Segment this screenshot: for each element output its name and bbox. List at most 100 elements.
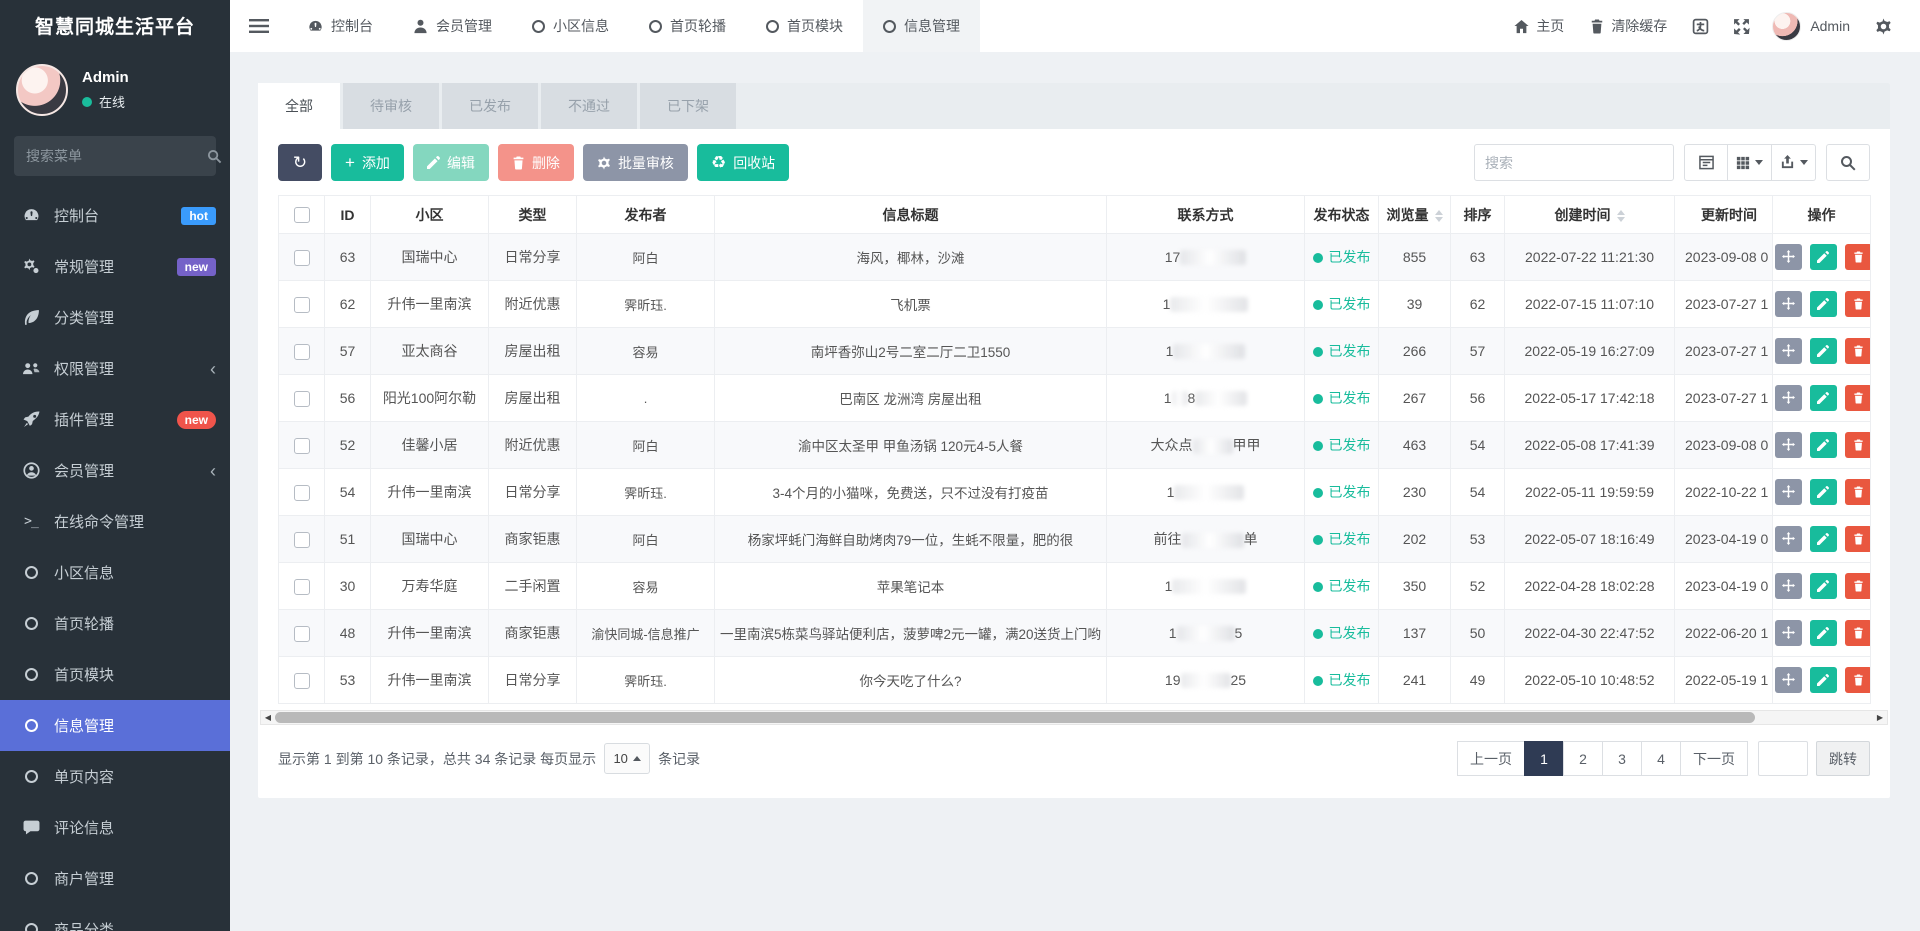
row-checkbox[interactable]: [294, 673, 310, 689]
sidebar-item-11[interactable]: 单页内容: [0, 751, 230, 802]
row-edit-button[interactable]: [1810, 338, 1837, 364]
sort-icon[interactable]: [1617, 210, 1625, 222]
hamburger-icon[interactable]: [230, 0, 288, 52]
sidebar-item-8[interactable]: 首页轮播: [0, 598, 230, 649]
batch-audit-button[interactable]: 批量审核: [583, 144, 688, 181]
filter-tab-0[interactable]: 全部: [258, 83, 340, 129]
row-checkbox[interactable]: [294, 297, 310, 313]
scroll-left-icon[interactable]: ◀: [261, 711, 275, 724]
sidebar-item-0[interactable]: 控制台hot: [0, 190, 230, 241]
filter-tab-3[interactable]: 不通过: [541, 83, 637, 129]
sidebar-item-7[interactable]: 小区信息: [0, 547, 230, 598]
sidebar-item-5[interactable]: 会员管理‹: [0, 445, 230, 496]
jump-button[interactable]: 跳转: [1816, 741, 1870, 776]
drag-move-button[interactable]: [1775, 479, 1802, 505]
row-delete-button[interactable]: [1845, 244, 1871, 270]
row-edit-button[interactable]: [1810, 620, 1837, 646]
home-link[interactable]: 主页: [1501, 16, 1577, 36]
search-button[interactable]: [1826, 144, 1870, 181]
scrollbar-thumb[interactable]: [275, 712, 1755, 723]
sidebar-item-1[interactable]: 常规管理new: [0, 241, 230, 292]
filter-tab-4[interactable]: 已下架: [640, 83, 736, 129]
filter-tab-1[interactable]: 待审核: [343, 83, 439, 129]
sidebar-item-9[interactable]: 首页模块: [0, 649, 230, 700]
topbar-avatar[interactable]: [1772, 12, 1801, 41]
top-tab-5[interactable]: 信息管理: [863, 0, 980, 52]
top-tab-4[interactable]: 首页模块: [746, 0, 863, 52]
horizontal-scrollbar[interactable]: ◀ ▶: [260, 710, 1888, 725]
user-avatar[interactable]: [16, 64, 68, 116]
page-button-4[interactable]: 4: [1641, 741, 1681, 776]
drag-move-button[interactable]: [1775, 385, 1802, 411]
sidebar-item-2[interactable]: 分类管理: [0, 292, 230, 343]
language-icon[interactable]: [1680, 18, 1721, 35]
refresh-button[interactable]: ↻: [278, 144, 322, 181]
row-delete-button[interactable]: [1845, 620, 1871, 646]
page-button-3[interactable]: 3: [1602, 741, 1642, 776]
row-edit-button[interactable]: [1810, 291, 1837, 317]
row-edit-button[interactable]: [1810, 573, 1837, 599]
row-delete-button[interactable]: [1845, 291, 1871, 317]
drag-move-button[interactable]: [1775, 338, 1802, 364]
row-checkbox[interactable]: [294, 485, 310, 501]
detail-view-icon[interactable]: [1684, 144, 1728, 181]
settings-gear-icon[interactable]: [1863, 18, 1904, 35]
row-delete-button[interactable]: [1845, 479, 1871, 505]
sidebar-item-10[interactable]: 信息管理: [0, 700, 230, 751]
page-prev-button[interactable]: 上一页: [1457, 741, 1525, 776]
col-header-created[interactable]: 创建时间: [1505, 196, 1675, 234]
sidebar-item-3[interactable]: 权限管理‹: [0, 343, 230, 394]
export-icon[interactable]: [1772, 144, 1816, 181]
sort-icon[interactable]: [1435, 210, 1443, 222]
scroll-right-icon[interactable]: ▶: [1873, 711, 1887, 724]
recycle-button[interactable]: ♻回收站: [697, 144, 789, 181]
sidebar-search[interactable]: [14, 136, 216, 176]
sidebar-search-input[interactable]: [26, 148, 207, 164]
row-edit-button[interactable]: [1810, 526, 1837, 552]
table-search-input[interactable]: [1474, 144, 1674, 181]
sidebar-item-12[interactable]: 评论信息: [0, 802, 230, 853]
sidebar-item-13[interactable]: 商户管理: [0, 853, 230, 904]
drag-move-button[interactable]: [1775, 667, 1802, 693]
edit-button[interactable]: 编辑: [413, 144, 489, 181]
col-header-views[interactable]: 浏览量: [1379, 196, 1451, 234]
row-delete-button[interactable]: [1845, 526, 1871, 552]
row-edit-button[interactable]: [1810, 667, 1837, 693]
top-tab-3[interactable]: 首页轮播: [629, 0, 746, 52]
drag-move-button[interactable]: [1775, 526, 1802, 552]
top-tab-2[interactable]: 小区信息: [512, 0, 629, 52]
drag-move-button[interactable]: [1775, 620, 1802, 646]
row-edit-button[interactable]: [1810, 479, 1837, 505]
page-button-2[interactable]: 2: [1563, 741, 1603, 776]
row-checkbox[interactable]: [294, 579, 310, 595]
row-delete-button[interactable]: [1845, 432, 1871, 458]
jump-page-input[interactable]: [1758, 741, 1808, 776]
drag-move-button[interactable]: [1775, 573, 1802, 599]
sidebar-item-6[interactable]: >_在线命令管理: [0, 496, 230, 547]
row-edit-button[interactable]: [1810, 385, 1837, 411]
sidebar-item-4[interactable]: 插件管理new: [0, 394, 230, 445]
top-tab-1[interactable]: 会员管理: [393, 0, 512, 52]
row-edit-button[interactable]: [1810, 432, 1837, 458]
fullscreen-icon[interactable]: [1721, 18, 1762, 35]
row-delete-button[interactable]: [1845, 667, 1871, 693]
row-checkbox[interactable]: [294, 438, 310, 454]
drag-move-button[interactable]: [1775, 432, 1802, 458]
row-checkbox[interactable]: [294, 626, 310, 642]
page-button-1[interactable]: 1: [1524, 741, 1564, 776]
sidebar-item-14[interactable]: 商品分类: [0, 904, 230, 931]
row-checkbox[interactable]: [294, 250, 310, 266]
select-all-checkbox[interactable]: [294, 207, 310, 223]
filter-tab-2[interactable]: 已发布: [442, 83, 538, 129]
row-checkbox[interactable]: [294, 344, 310, 360]
drag-move-button[interactable]: [1775, 291, 1802, 317]
drag-move-button[interactable]: [1775, 244, 1802, 270]
clear-cache-button[interactable]: 清除缓存: [1577, 16, 1680, 36]
add-button[interactable]: +添加: [331, 144, 404, 181]
row-delete-button[interactable]: [1845, 385, 1871, 411]
topbar-username[interactable]: Admin: [1810, 18, 1863, 34]
delete-button[interactable]: 删除: [498, 144, 574, 181]
row-checkbox[interactable]: [294, 532, 310, 548]
columns-icon[interactable]: [1728, 144, 1772, 181]
row-delete-button[interactable]: [1845, 573, 1871, 599]
